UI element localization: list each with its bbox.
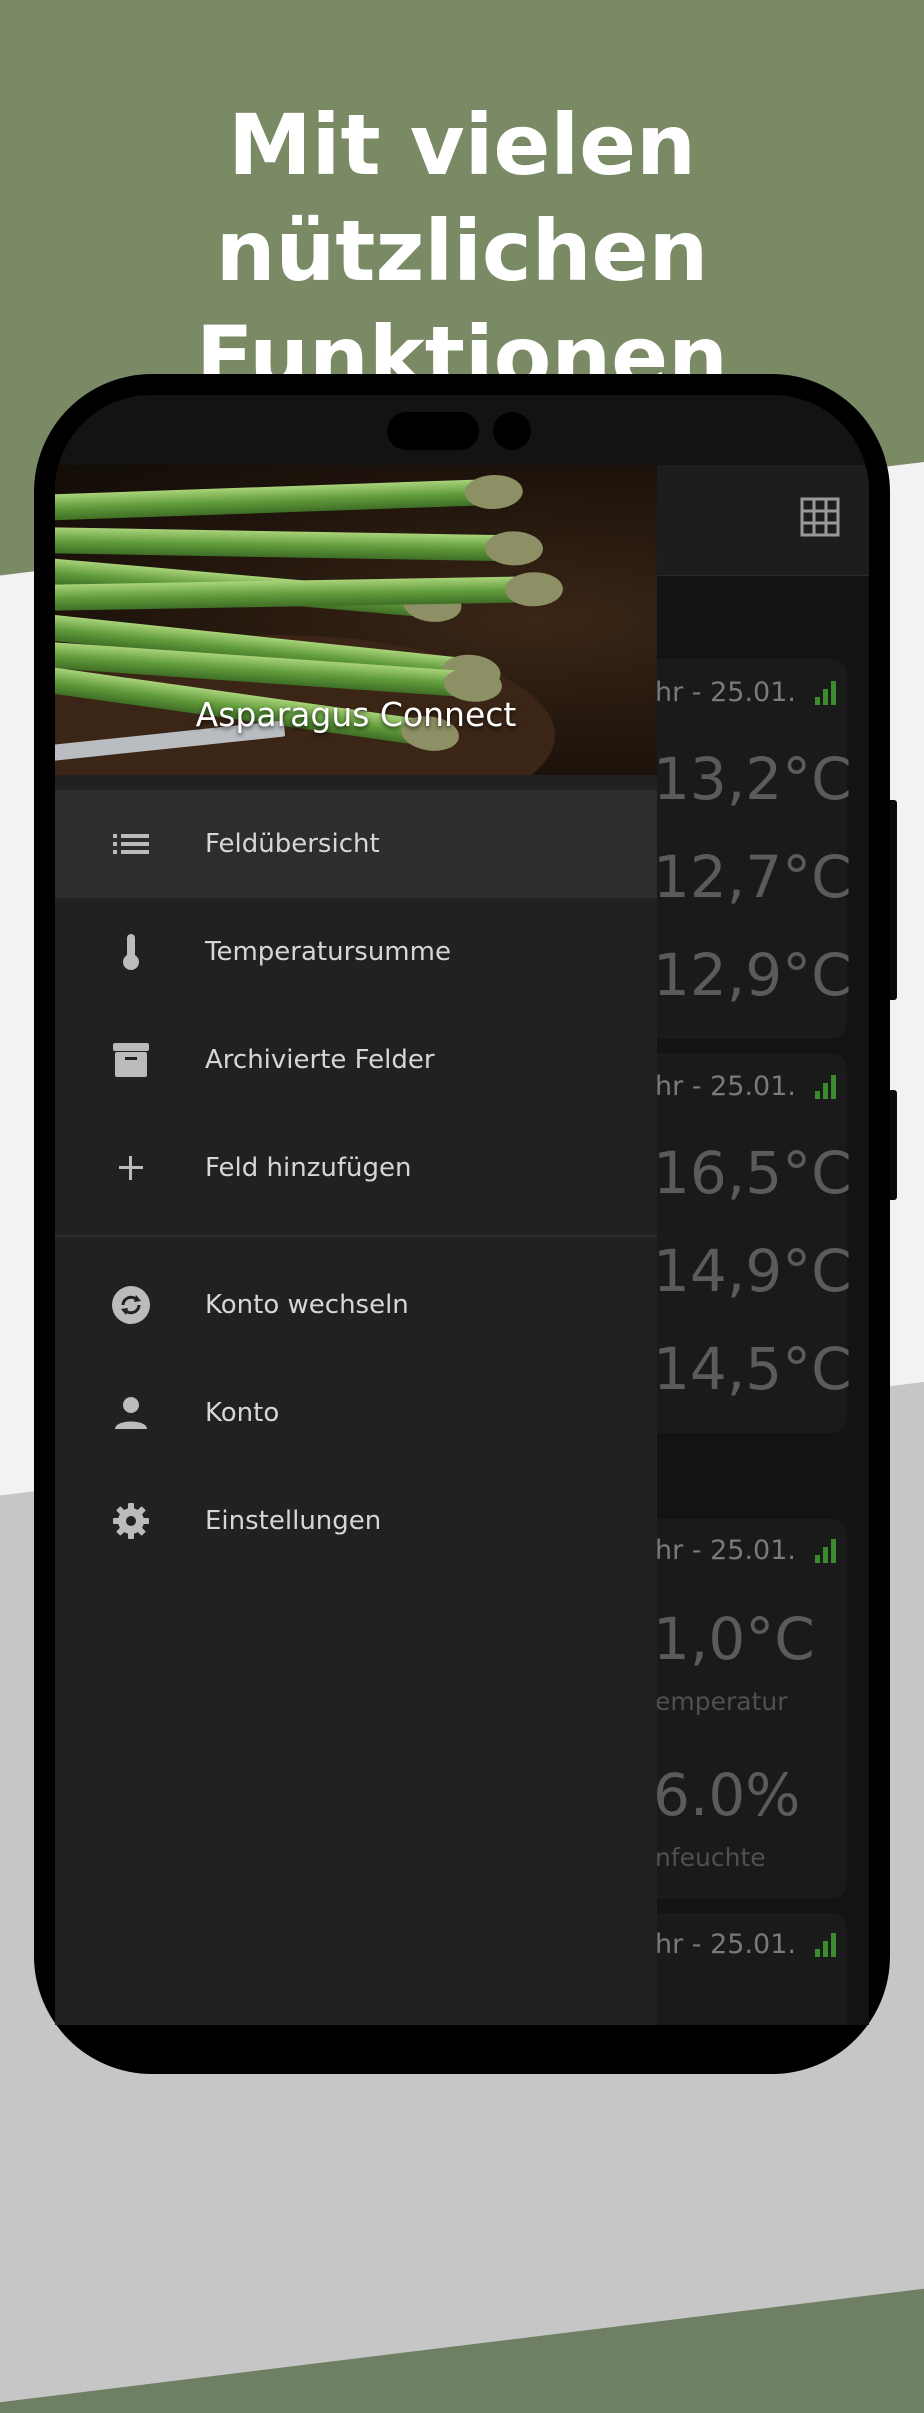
drawer-header-image: Asparagus Connect [55,465,657,775]
card-date: hr - 25.01. [655,1071,796,1102]
card-date: hr - 25.01. [655,1535,796,1566]
menu-label: Temperatursumme [205,937,451,967]
navigation-drawer: Asparagus Connect Feldübersicht Temperat… [55,465,657,2025]
menu-label: Konto wechseln [205,1290,409,1320]
humidity-value: 6.0% [653,1761,801,1829]
card-date: hr - 25.01. [655,677,796,708]
card-date: hr - 25.01. [655,1929,796,1960]
temperature-value: 14,9°C [653,1237,852,1305]
menu-label: Konto [205,1398,280,1428]
menu-item-feld-hinzufugen[interactable]: Feld hinzufügen [55,1114,657,1222]
menu-item-temperatursumme[interactable]: Temperatursumme [55,898,657,1006]
front-camera [493,412,531,450]
menu-label: Einstellungen [205,1506,382,1536]
headline-line-1: Mit vielen nützlichen [215,96,709,300]
menu-item-archivierte-felder[interactable]: Archivierte Felder [55,1006,657,1114]
asparagus-stalk [55,527,544,566]
menu-label: Feld hinzufügen [205,1153,412,1183]
person-icon [115,1397,147,1429]
menu-item-feldubersicht[interactable]: Feldübersicht [55,790,657,898]
app-name: Asparagus Connect [195,695,517,734]
signal-icon [815,1073,839,1099]
gear-icon [113,1503,149,1539]
signal-icon [815,1537,839,1563]
archive-icon [113,1043,149,1077]
camera-pill [387,412,479,450]
humidity-label: nfeuchte [655,1843,766,1872]
menu-item-konto[interactable]: Konto [55,1359,657,1467]
temperature-value: 12,9°C [653,941,852,1009]
temperature-label: emperatur [655,1687,788,1716]
temperature-value: 16,5°C [653,1139,852,1207]
list-icon [113,834,149,854]
temperature-value: 12,7°C [653,843,852,911]
plus-icon [119,1156,143,1180]
menu-divider [55,1235,657,1237]
temperature-value: 14,5°C [653,1335,852,1403]
signal-icon [815,1931,839,1957]
menu-item-einstellungen[interactable]: Einstellungen [55,1467,657,1575]
switch-account-icon [112,1286,150,1324]
asparagus-stalk [55,473,524,521]
menu-item-konto-wechseln[interactable]: Konto wechseln [55,1251,657,1359]
headline: Mit vielen nützlichen Funktionen [0,92,924,410]
grid-icon[interactable] [800,497,840,537]
phone-screen: hr - 25.01. 13,2°C 12,7°C 12,9°C hr - 25… [55,395,869,2025]
signal-icon [815,679,839,705]
menu-label: Archivierte Felder [205,1045,435,1075]
temperature-value: 1,0°C [653,1605,815,1673]
temperature-value: 13,2°C [653,745,852,813]
menu-label: Feldübersicht [205,829,380,859]
thermometer-icon [123,934,139,970]
